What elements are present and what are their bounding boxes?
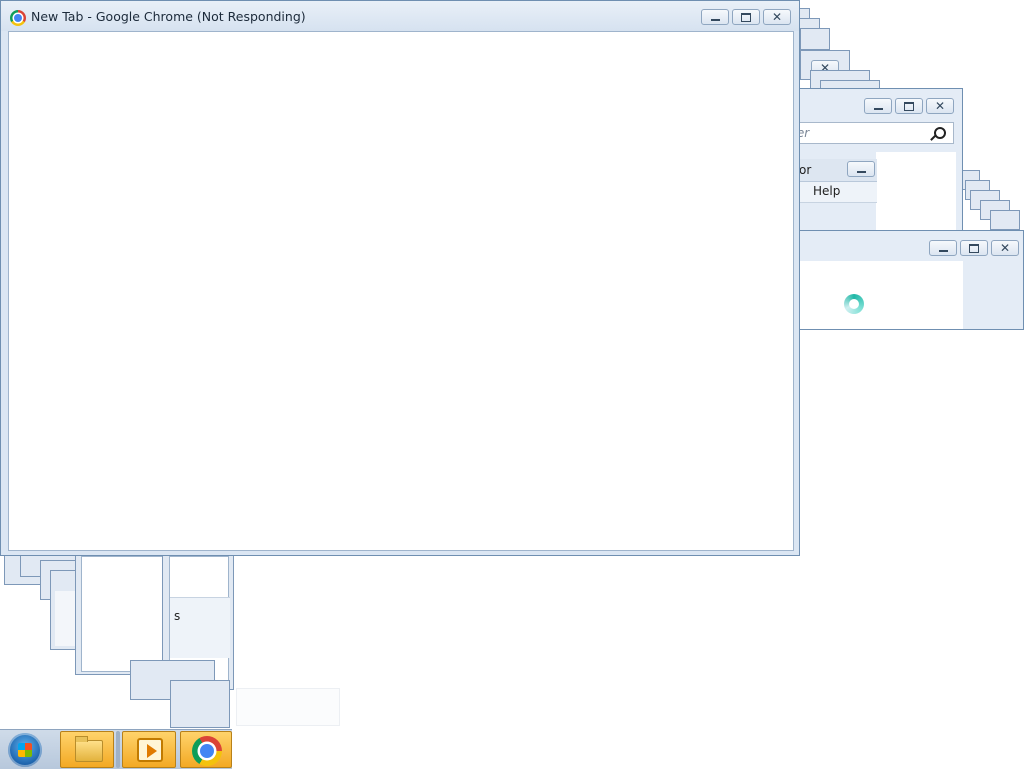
faint-panel xyxy=(236,688,340,726)
explorer-partial-title: or xyxy=(799,163,812,177)
taskbar-media-player[interactable] xyxy=(122,731,176,768)
chrome-caption-buttons: ✕ xyxy=(701,9,791,27)
ghost-window-stack xyxy=(990,210,1020,230)
close-icon: ✕ xyxy=(771,10,783,24)
chrome-page-area xyxy=(8,31,794,551)
explorer-content xyxy=(876,152,956,232)
minimize-icon xyxy=(856,170,866,173)
restore-button[interactable] xyxy=(732,9,760,25)
minimize-icon xyxy=(938,249,948,252)
taskbar-separator xyxy=(116,731,120,768)
restore-icon xyxy=(904,101,914,111)
ghost-window-stack xyxy=(75,545,167,675)
chrome-icon xyxy=(192,736,222,766)
taskbar-windows-explorer[interactable] xyxy=(60,731,114,768)
restore-button[interactable] xyxy=(895,98,923,114)
taskbar-google-chrome[interactable] xyxy=(180,731,232,768)
background-window-partial-text: s xyxy=(174,609,181,623)
loading-window-content xyxy=(799,261,963,329)
chrome-window: New Tab - Google Chrome (Not Responding)… xyxy=(0,0,800,556)
minimize-button[interactable] xyxy=(701,9,729,25)
minimize-icon xyxy=(710,18,720,21)
chrome-icon xyxy=(10,10,26,26)
search-icon[interactable] xyxy=(934,127,946,139)
restore-icon xyxy=(969,243,979,253)
chrome-titlebar[interactable]: New Tab - Google Chrome (Not Responding)… xyxy=(1,1,799,31)
explorer-caption-buttons: ✕ xyxy=(864,98,954,116)
busy-spinner-icon xyxy=(844,294,864,314)
close-button[interactable]: ✕ xyxy=(763,9,791,25)
window-title: New Tab - Google Chrome (Not Responding) xyxy=(31,9,306,24)
explorer-inner-minimize-button[interactable] xyxy=(847,161,875,177)
media-player-icon xyxy=(137,738,163,762)
folder-icon xyxy=(75,736,103,762)
start-button[interactable] xyxy=(8,733,42,767)
taskbar xyxy=(0,729,232,769)
ghost-window-stack xyxy=(170,680,230,728)
loading-window-caption-buttons: ✕ xyxy=(929,240,1019,258)
background-window-panel xyxy=(170,597,230,658)
minimize-icon xyxy=(873,107,883,110)
minimize-button[interactable] xyxy=(864,98,892,114)
ghost-window-stack xyxy=(800,28,830,50)
restore-button[interactable] xyxy=(960,240,988,256)
close-icon: ✕ xyxy=(934,99,946,113)
restore-icon xyxy=(741,12,751,22)
minimize-button[interactable] xyxy=(929,240,957,256)
ghost-window-content xyxy=(81,556,163,672)
close-icon: ✕ xyxy=(999,241,1011,255)
close-button[interactable]: ✕ xyxy=(926,98,954,114)
close-button[interactable]: ✕ xyxy=(991,240,1019,256)
menu-help[interactable]: Help xyxy=(813,184,840,198)
